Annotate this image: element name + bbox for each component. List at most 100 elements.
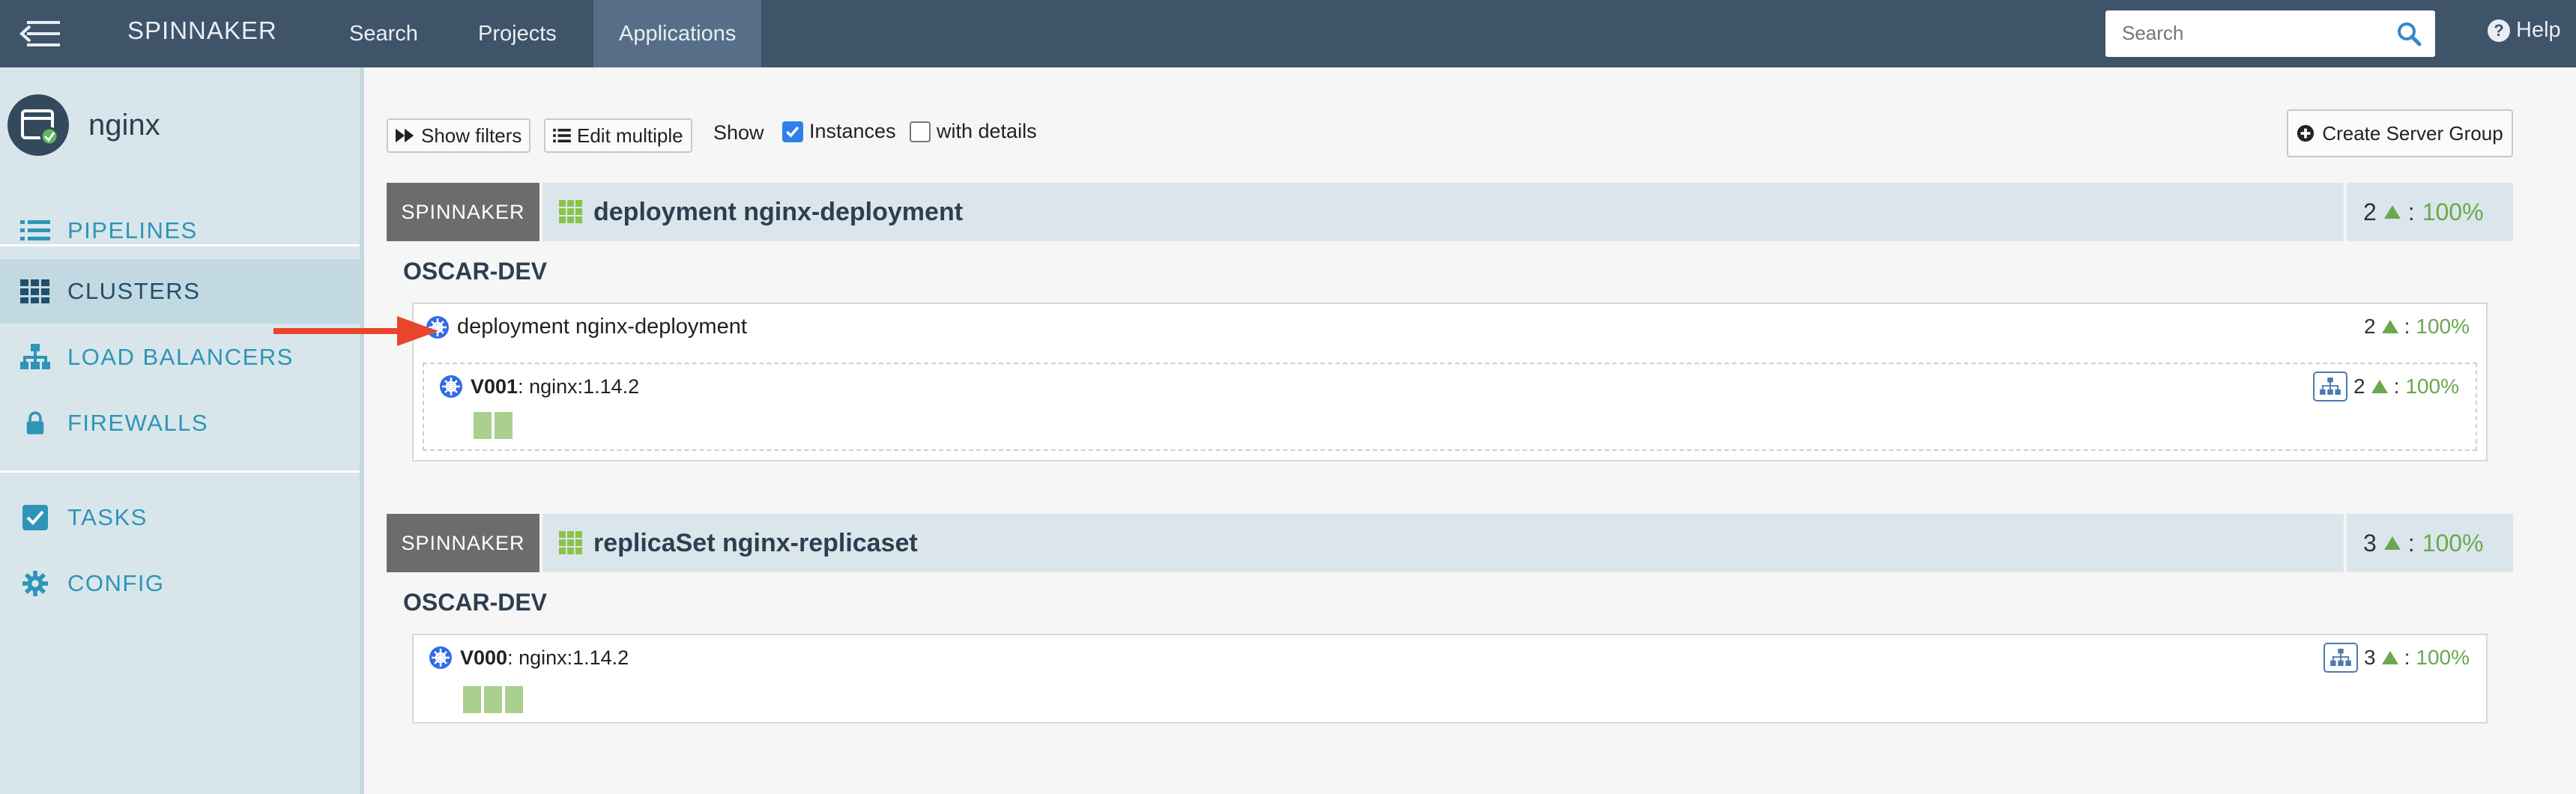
instance-healthy[interactable] <box>463 686 481 713</box>
annotation-arrow-icon <box>273 316 438 346</box>
instance-count: 3 <box>2364 646 2376 669</box>
health-percent: 100% <box>2405 375 2459 398</box>
search-input[interactable] <box>2105 10 2375 55</box>
server-group-health: 2 : 100% <box>2313 372 2459 401</box>
lock-icon <box>19 407 51 439</box>
instance-count: 2 <box>2353 375 2365 398</box>
health-percent: 100% <box>2422 198 2484 225</box>
grid-icon <box>559 200 582 223</box>
edit-multiple-label: Edit multiple <box>577 124 683 147</box>
global-search <box>2105 10 2435 57</box>
brand-logo[interactable]: SPINNAKER <box>127 16 277 45</box>
up-triangle-icon <box>2383 205 2401 219</box>
sidebar-item-tasks[interactable]: TASKS <box>0 485 360 550</box>
sidebar-item-pipelines[interactable]: PIPELINES <box>0 198 360 263</box>
instance-healthy[interactable] <box>505 686 523 713</box>
checkbox-checked[interactable] <box>782 121 803 142</box>
sidebar-item-label: TASKS <box>67 504 148 530</box>
app-header: nginx <box>7 94 160 156</box>
cluster-health: 2 : 100% <box>2364 315 2470 338</box>
nav-applications[interactable]: Applications <box>593 0 762 67</box>
instances-checkbox[interactable]: Instances <box>782 120 896 143</box>
application-icon <box>7 94 69 156</box>
instance-healthy[interactable] <box>484 686 502 713</box>
server-group-version: V001 <box>471 375 518 398</box>
checkbox-unchecked[interactable] <box>910 121 931 142</box>
server-group-card[interactable]: V001: nginx:1.14.2 2 : 100% <box>423 363 2477 451</box>
gear-icon <box>19 568 51 599</box>
server-group-image: : nginx:1.14.2 <box>518 375 640 398</box>
with-details-label: with details <box>937 120 1037 142</box>
load-balancer-icon[interactable] <box>2313 372 2348 401</box>
health-summary: 2 : 100% <box>2347 183 2513 241</box>
sidebar-item-label: LOAD BALANCERS <box>67 344 294 370</box>
list-icon <box>553 128 571 143</box>
create-server-group-button[interactable]: Create Server Group <box>2287 109 2513 157</box>
list-icon <box>19 215 51 246</box>
up-triangle-icon <box>2371 380 2388 393</box>
question-icon: ? <box>2488 19 2510 42</box>
cluster-group-header[interactable]: SPINNAKER deployment nginx-deployment 2 … <box>387 183 2513 241</box>
up-triangle-icon <box>2383 536 2401 550</box>
server-group-label: V001: nginx:1.14.2 <box>439 375 639 398</box>
sidebar-item-label: FIREWALLS <box>67 410 209 436</box>
server-group-label: V000: nginx:1.14.2 <box>429 646 629 670</box>
with-details-checkbox[interactable]: with details <box>910 120 1037 143</box>
show-filters-button[interactable]: Show filters <box>387 118 531 153</box>
up-triangle-icon <box>2381 651 2398 664</box>
cluster-title: deployment nginx-deployment <box>426 315 747 339</box>
health-percent: 100% <box>2416 646 2470 669</box>
instance-count: 2 <box>2363 198 2377 225</box>
help-link[interactable]: ? Help <box>2488 18 2561 43</box>
sidebar-item-label: CLUSTERS <box>67 278 201 304</box>
health-percent: 100% <box>2416 315 2470 338</box>
health-percent: 100% <box>2422 529 2484 557</box>
kubernetes-icon <box>429 646 452 669</box>
server-group-health: 3 : 100% <box>2323 643 2470 673</box>
help-label: Help <box>2516 18 2561 42</box>
nav-projects[interactable]: Projects <box>453 0 582 67</box>
plus-circle-icon <box>2297 124 2315 142</box>
sidebar-item-config[interactable]: CONFIG <box>0 551 360 616</box>
account-badge: SPINNAKER <box>387 514 539 572</box>
sidebar: nginx PIPELINES CLUSTERS LOAD BALANCERS … <box>0 67 364 794</box>
region-label: OSCAR-DEV <box>403 258 548 285</box>
cluster-card[interactable]: deployment nginx-deployment 2 : 100% V00… <box>412 303 2488 461</box>
menu-back-icon[interactable] <box>19 19 61 48</box>
cluster-name: deployment nginx-deployment <box>457 315 747 339</box>
load-balancer-icon[interactable] <box>2323 643 2359 673</box>
instance-count: 3 <box>2363 529 2377 557</box>
instance-list <box>474 412 513 439</box>
nav-search[interactable]: Search <box>324 0 444 67</box>
cluster-group-header[interactable]: SPINNAKER replicaSet nginx-replicaset 3 … <box>387 514 2513 572</box>
kubernetes-icon <box>440 375 462 398</box>
grid-icon <box>559 531 582 554</box>
server-group-image: : nginx:1.14.2 <box>507 646 629 669</box>
instance-list <box>463 686 523 713</box>
instances-label: Instances <box>809 120 896 142</box>
sidebar-divider <box>0 470 360 473</box>
cluster-card[interactable]: V000: nginx:1.14.2 3 : 100% <box>412 634 2488 724</box>
instance-count: 2 <box>2364 315 2376 338</box>
edit-multiple-button[interactable]: Edit multiple <box>544 118 692 153</box>
region-label: OSCAR-DEV <box>403 589 548 616</box>
sidebar-divider <box>0 244 360 246</box>
application-name[interactable]: nginx <box>88 109 160 142</box>
show-filters-label: Show filters <box>421 124 522 147</box>
grid-icon <box>19 276 51 307</box>
up-triangle-icon <box>2381 320 2398 333</box>
cluster-group-title: replicaSet nginx-replicaset <box>542 514 2344 572</box>
instance-healthy[interactable] <box>495 412 513 439</box>
check-square-icon <box>19 502 51 533</box>
instance-healthy[interactable] <box>474 412 492 439</box>
sidebar-item-firewalls[interactable]: FIREWALLS <box>0 391 360 455</box>
sitemap-icon <box>19 342 51 373</box>
account-badge: SPINNAKER <box>387 183 539 241</box>
cluster-group-title: deployment nginx-deployment <box>542 183 2344 241</box>
search-icon[interactable] <box>2396 21 2422 46</box>
cluster-group-name: deployment nginx-deployment <box>593 197 964 226</box>
show-label: Show <box>713 121 764 144</box>
fast-forward-icon <box>396 128 414 143</box>
sidebar-item-label: PIPELINES <box>67 217 198 243</box>
sidebar-item-label: CONFIG <box>67 570 165 596</box>
